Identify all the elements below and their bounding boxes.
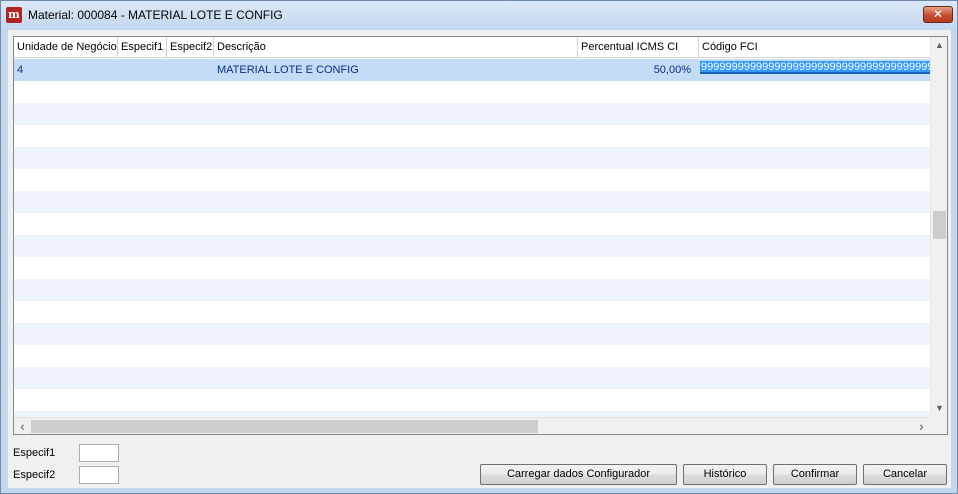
- cell-unidade[interactable]: 4: [14, 59, 118, 81]
- horizontal-scroll-thumb[interactable]: [31, 420, 538, 433]
- cancelar-button[interactable]: Cancelar: [863, 464, 947, 485]
- vertical-scroll-thumb[interactable]: [933, 211, 946, 239]
- empty-row: [14, 125, 930, 147]
- empty-row: [14, 103, 930, 125]
- scroll-left-icon[interactable]: ‹: [14, 418, 31, 434]
- especif2-label: Especif2: [13, 469, 56, 481]
- empty-row: [14, 279, 930, 301]
- grid-header: Unidade de Negócio Especif1 Especif2 Des…: [14, 37, 930, 58]
- empty-row: [14, 257, 930, 279]
- table-row[interactable]: 4 MATERIAL LOTE E CONFIG 50,00% 99999999…: [14, 59, 930, 81]
- empty-row: [14, 367, 930, 389]
- especif1-input[interactable]: [79, 444, 119, 462]
- empty-row: [14, 235, 930, 257]
- close-button[interactable]: ✕: [923, 6, 953, 23]
- column-header-percentual[interactable]: Percentual ICMS CI: [578, 37, 699, 58]
- column-header-descricao[interactable]: Descrição: [214, 37, 578, 58]
- carregar-dados-configurador-button[interactable]: Carregar dados Configurador: [480, 464, 677, 485]
- historico-button[interactable]: Histórico: [683, 464, 767, 485]
- column-header-especif2[interactable]: Especif2: [167, 37, 214, 58]
- empty-row: [14, 81, 930, 103]
- app-logo-icon: m: [6, 7, 22, 23]
- window-title: Material: 000084 - MATERIAL LOTE E CONFI…: [28, 8, 283, 22]
- empty-row: [14, 169, 930, 191]
- empty-row: [14, 389, 930, 411]
- horizontal-scrollbar[interactable]: ‹ ›: [14, 417, 947, 434]
- grid-rows: 4 MATERIAL LOTE E CONFIG 50,00% 99999999…: [14, 59, 930, 419]
- column-header-codigo-fci[interactable]: Código FCI: [699, 37, 930, 58]
- cell-especif2[interactable]: [167, 59, 214, 81]
- cell-descricao[interactable]: MATERIAL LOTE E CONFIG: [214, 59, 578, 81]
- scroll-right-icon[interactable]: ›: [913, 418, 930, 434]
- material-window: m Material: 000084 - MATERIAL LOTE E CON…: [0, 0, 958, 494]
- dialog-body: Unidade de Negócio Especif1 Especif2 Des…: [8, 30, 951, 488]
- cell-especif1[interactable]: [118, 59, 167, 81]
- data-grid: Unidade de Negócio Especif1 Especif2 Des…: [13, 36, 948, 435]
- cell-percentual[interactable]: 50,00%: [578, 59, 699, 81]
- scroll-up-icon[interactable]: ▲: [931, 37, 947, 54]
- scroll-down-icon[interactable]: ▼: [931, 400, 947, 417]
- column-header-unidade[interactable]: Unidade de Negócio: [14, 37, 118, 58]
- empty-row: [14, 301, 930, 323]
- column-header-especif1[interactable]: Especif1: [118, 37, 167, 58]
- title-bar[interactable]: m Material: 000084 - MATERIAL LOTE E CON…: [1, 1, 957, 30]
- empty-row: [14, 191, 930, 213]
- cell-codigo-fci-editor[interactable]: 999999999999999999999999999999999999999: [700, 61, 930, 74]
- especif1-label: Especif1: [13, 447, 56, 459]
- scrollbar-corner: [930, 417, 947, 434]
- confirmar-button[interactable]: Confirmar: [773, 464, 857, 485]
- empty-row: [14, 345, 930, 367]
- especif2-input[interactable]: [79, 466, 119, 484]
- empty-row: [14, 147, 930, 169]
- empty-row: [14, 323, 930, 345]
- vertical-scrollbar[interactable]: ▲ ▼: [930, 37, 947, 417]
- empty-row: [14, 213, 930, 235]
